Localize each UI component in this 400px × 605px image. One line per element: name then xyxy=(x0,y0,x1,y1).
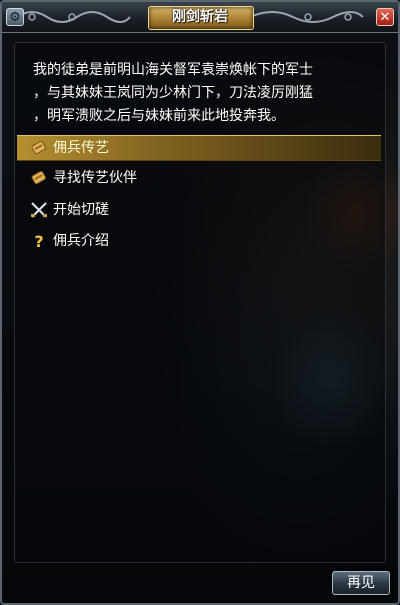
settings-button[interactable]: ⚙ xyxy=(6,8,24,26)
close-icon: ✕ xyxy=(379,9,391,25)
title-ornament-icon xyxy=(249,11,364,23)
crossed-swords-icon xyxy=(29,200,49,220)
option-find-training-partner[interactable]: 寻找传艺伙伴 xyxy=(17,165,381,191)
option-mercenary-intro[interactable]: ? 佣兵介绍 xyxy=(17,228,381,254)
option-mercenary-training[interactable]: 佣兵传艺 xyxy=(17,135,381,161)
npc-dialog-text: 我的徒弟是前明山海关督军袁崇焕帐下的军士 ，与其妹妹王岚同为少林门下，刀法凌厉刚… xyxy=(33,62,313,124)
question-mark-icon: ? xyxy=(34,231,44,251)
goodbye-button[interactable]: 再见 xyxy=(332,571,390,595)
option-label: 寻找传艺伙伴 xyxy=(53,170,137,186)
option-label: 佣兵传艺 xyxy=(53,140,109,156)
title-bar[interactable]: ⚙ 刚剑斩岩 ✕ xyxy=(2,2,398,33)
scroll-icon xyxy=(29,138,49,158)
option-label: 开始切磋 xyxy=(53,202,109,218)
gear-icon: ⚙ xyxy=(9,9,21,25)
npc-dialog-window: ⚙ 刚剑斩岩 ✕ 我的徒弟是前明山海关督军袁崇焕帐下的军士 ，与其妹妹王岚同为少… xyxy=(0,0,400,605)
close-button[interactable]: ✕ xyxy=(376,8,394,26)
option-start-sparring[interactable]: 开始切磋 xyxy=(17,197,381,223)
dialog-content: 我的徒弟是前明山海关督军袁崇焕帐下的军士 ，与其妹妹王岚同为少林门下，刀法凌厉刚… xyxy=(14,42,386,563)
window-title: 刚剑斩岩 xyxy=(172,9,228,25)
scroll-icon xyxy=(29,168,49,188)
title-ornament-icon xyxy=(16,11,131,23)
option-label: 佣兵介绍 xyxy=(53,233,109,249)
